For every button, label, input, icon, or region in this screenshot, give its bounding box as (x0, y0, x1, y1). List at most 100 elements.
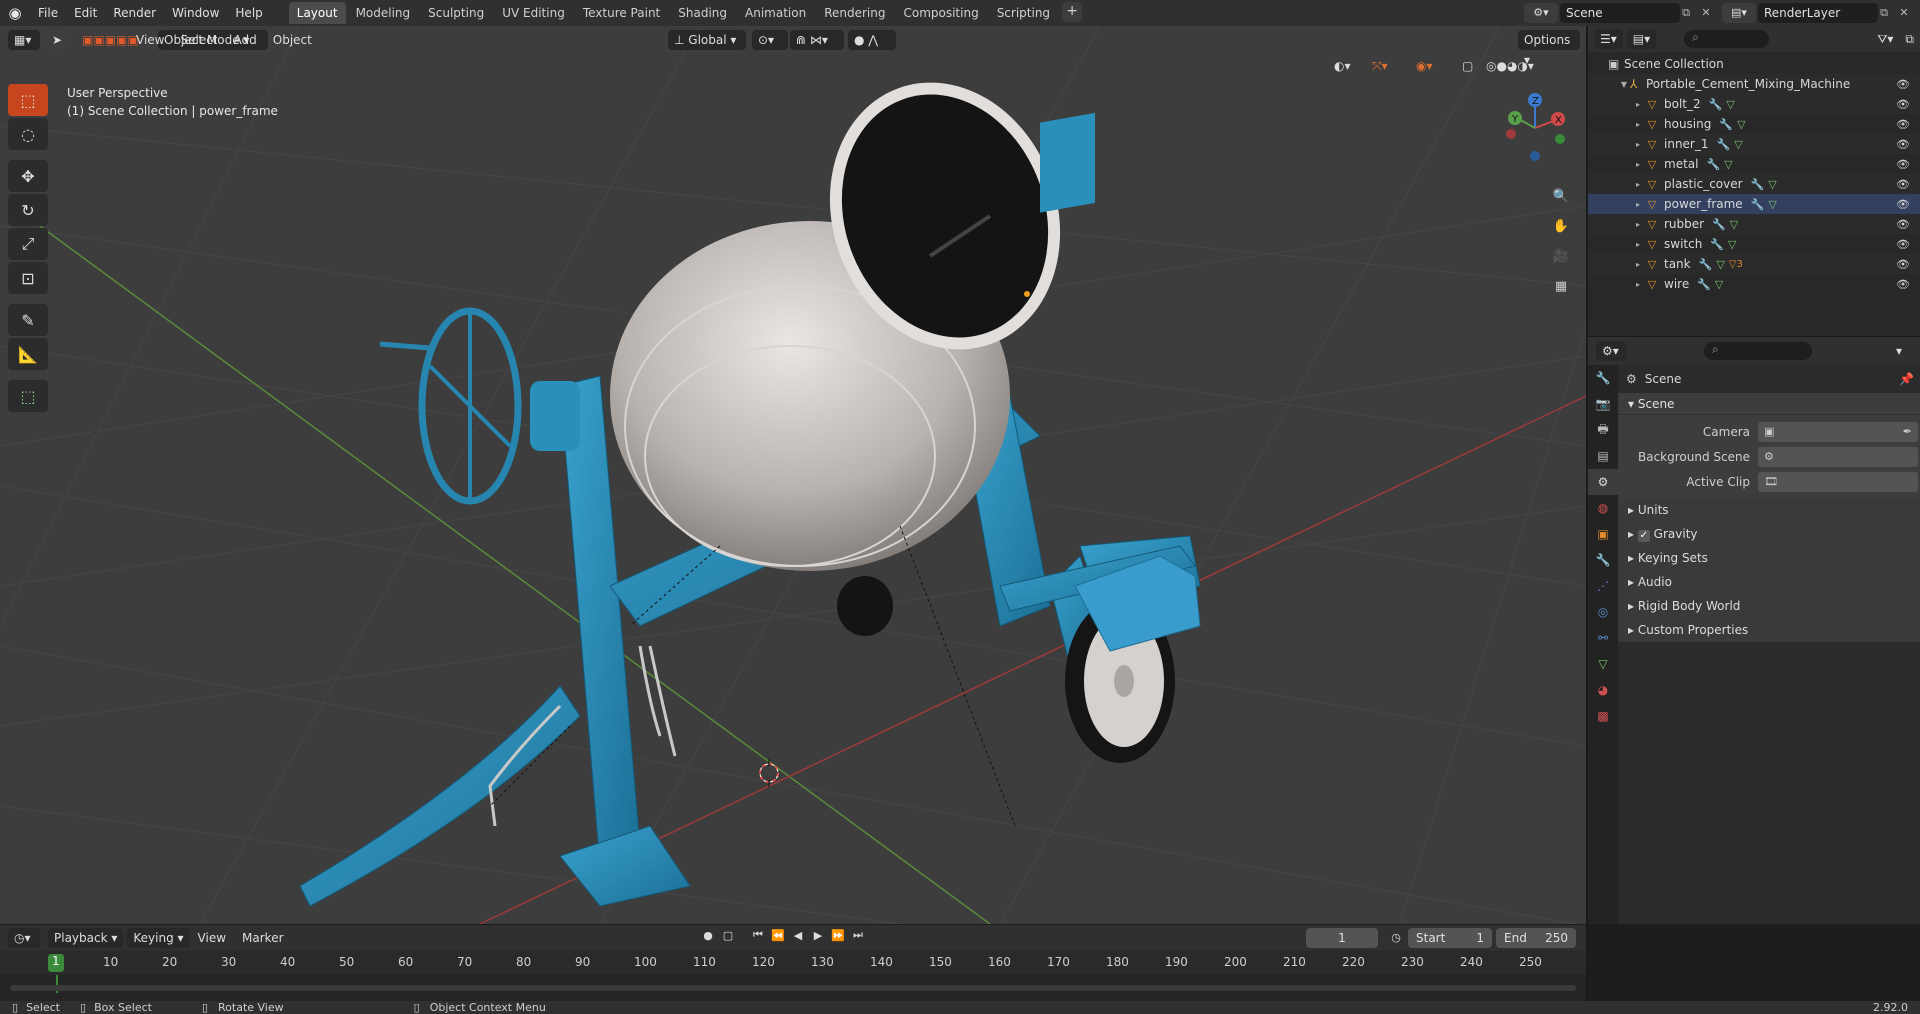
tab-animation[interactable]: Animation (737, 2, 814, 24)
add-workspace-button[interactable]: + (1062, 2, 1083, 22)
camera-field[interactable]: ▣ ✒ (1758, 421, 1918, 442)
modifier-icon[interactable]: 🔧 (1709, 98, 1723, 111)
blender-logo-icon[interactable]: ◉ (0, 0, 30, 26)
tool-tab-icon[interactable]: 🔧 (1588, 365, 1618, 391)
modifier-icon[interactable]: 🔧 (1717, 138, 1731, 151)
visibility-eye-icon[interactable]: 👁 (1896, 78, 1910, 91)
editor-type-icon[interactable]: ▦▾ (8, 30, 40, 50)
world-tab-icon[interactable]: ◍ (1588, 495, 1618, 521)
new-collection-icon[interactable]: ⧉ (1899, 29, 1920, 49)
select-box-tool-icon[interactable]: ⬚ (8, 84, 48, 116)
visibility-eye-icon[interactable]: 👁 (1896, 158, 1910, 171)
expand-chevron-icon[interactable]: ▸ (1632, 220, 1644, 229)
tab-scripting[interactable]: Scripting (989, 2, 1058, 24)
menu-file[interactable]: File (30, 2, 66, 24)
modifier-icon[interactable]: 🔧 (1699, 258, 1713, 271)
keyframe-type-icon[interactable]: ▢ (718, 929, 738, 942)
visibility-eye-icon[interactable]: 👁 (1896, 218, 1910, 231)
menu-edit[interactable]: Edit (66, 2, 105, 24)
filter-icon[interactable]: ⛛▾ (1871, 29, 1899, 49)
expand-chevron-icon[interactable]: ▸ (1632, 140, 1644, 149)
display-mode-icon[interactable]: ▤▾ (1626, 29, 1657, 49)
gravity-checkbox[interactable]: ✓ (1637, 530, 1650, 542)
audio-subpanel[interactable]: ▸ Audio (1618, 570, 1920, 594)
xray-toggle-icon[interactable]: ▢ (1456, 56, 1476, 76)
outliner-item[interactable]: ▸ ▽ power_frame 🔧 ▽ 👁 (1588, 194, 1920, 214)
gizmo-toggle-icon[interactable]: ⤧▾ (1366, 56, 1400, 76)
viewport-menu-select[interactable]: Select (172, 30, 225, 50)
background-scene-field[interactable]: ⚙ (1758, 446, 1918, 467)
next-keyframe-icon[interactable]: ⏩ (828, 929, 848, 942)
modifier-icon[interactable]: 🔧 (1697, 278, 1711, 291)
viewport-menu-add[interactable]: Add (226, 30, 265, 50)
jump-start-icon[interactable]: ⏮ (748, 928, 768, 942)
outliner-root-row[interactable]: ▣ Scene Collection (1588, 54, 1920, 74)
tab-shading[interactable]: Shading (670, 2, 735, 24)
play-icon[interactable]: ▶ (808, 929, 828, 942)
visibility-eye-icon[interactable]: 👁 (1896, 238, 1910, 251)
ortho-grid-icon[interactable]: ▦ (1547, 272, 1575, 300)
expand-chevron-icon[interactable]: ▸ (1632, 100, 1644, 109)
current-frame-field[interactable]: 1 (1306, 928, 1378, 948)
measure-tool-icon[interactable]: 📐 (8, 338, 48, 370)
modifier-icon[interactable]: 🔧 (1706, 158, 1720, 171)
view-layer-field[interactable]: RenderLayer (1758, 3, 1878, 23)
camera-view-icon[interactable]: 🎥 (1547, 242, 1575, 270)
tab-compositing[interactable]: Compositing (895, 2, 986, 24)
play-reverse-icon[interactable]: ◀ (788, 929, 808, 942)
visibility-eye-icon[interactable]: 👁 (1896, 258, 1910, 271)
keying-sets-subpanel[interactable]: ▸ Keying Sets (1618, 546, 1920, 570)
eyedropper-icon[interactable]: ✒ (1903, 425, 1912, 438)
data-tab-icon[interactable]: ▽ (1588, 651, 1618, 677)
custom-properties-subpanel[interactable]: ▸ Custom Properties (1618, 618, 1920, 642)
playback-menu[interactable]: Playback ▾ (48, 928, 124, 948)
navigation-gizmo[interactable]: Z X Y (1500, 88, 1580, 168)
properties-search-input[interactable]: ⌕ (1704, 342, 1812, 360)
outliner-item[interactable]: ▸ ▽ housing 🔧 ▽ 👁 (1588, 114, 1920, 134)
physics-tab-icon[interactable]: ◎ (1588, 599, 1618, 625)
modifier-icon[interactable]: 🔧 (1719, 118, 1733, 131)
outliner-item[interactable]: ▸ ▽ switch 🔧 ▽ 👁 (1588, 234, 1920, 254)
mesh-data-icon[interactable]: ▽ (1768, 198, 1776, 211)
scale-tool-icon[interactable]: ⤢ (8, 228, 48, 260)
particles-tab-icon[interactable]: ⋰ (1588, 573, 1618, 599)
outliner-item[interactable]: ▸ ▽ inner_1 🔧 ▽ 👁 (1588, 134, 1920, 154)
units-subpanel[interactable]: ▸ Units (1618, 498, 1920, 522)
modifier-icon[interactable]: 🔧 (1710, 238, 1724, 251)
tab-modeling[interactable]: Modeling (348, 2, 419, 24)
zoom-icon[interactable]: 🔍 (1547, 182, 1575, 210)
scene-tab-icon[interactable]: ⚙ (1588, 469, 1618, 495)
timeline-track[interactable] (0, 975, 1586, 1001)
rigid-body-world-subpanel[interactable]: ▸ Rigid Body World (1618, 594, 1920, 618)
delete-view-layer-icon[interactable]: ✕ (1894, 3, 1914, 23)
view-layer-icon[interactable]: ▤▾ (1722, 3, 1756, 23)
rotate-tool-icon[interactable]: ↻ (8, 194, 48, 226)
delete-scene-icon[interactable]: ✕ (1696, 3, 1716, 23)
select-tool-icon[interactable]: ➤ (46, 30, 69, 50)
jump-end-icon[interactable]: ⏭ (848, 928, 868, 942)
modifier-icon[interactable]: 🔧 (1751, 198, 1765, 211)
transform-orientation-dropdown[interactable]: ⊥ Global ▾ (668, 30, 746, 50)
mesh-data-icon[interactable]: ▽ (1734, 138, 1742, 151)
scene-name-field[interactable]: Scene (1560, 3, 1680, 23)
expand-chevron-icon[interactable]: ▸ (1632, 260, 1644, 269)
mesh-data-icon[interactable]: ▽ (1726, 98, 1734, 111)
mesh-data-icon[interactable]: ▽ (1728, 238, 1736, 251)
preview-range-icon[interactable]: ◷ (1386, 931, 1406, 944)
material-count-icon[interactable]: ▽3 (1729, 259, 1743, 270)
visibility-eye-icon[interactable]: 👁 (1896, 198, 1910, 211)
modifier-icon[interactable]: 🔧 (1751, 178, 1765, 191)
visibility-eye-icon[interactable]: 👁 (1896, 138, 1910, 151)
new-view-layer-icon[interactable]: ⧉ (1874, 3, 1894, 23)
snap-icon[interactable]: ⋒ ⋈▾ (790, 30, 844, 50)
outliner-item[interactable]: ▸ ▽ tank 🔧 ▽ ▽3 👁 (1588, 254, 1920, 274)
expand-chevron-icon[interactable]: ▸ (1632, 160, 1644, 169)
active-clip-field[interactable]: 🎞 (1758, 471, 1918, 492)
expand-chevron-icon[interactable]: ▸ (1632, 200, 1644, 209)
prev-keyframe-icon[interactable]: ⏪ (768, 929, 788, 942)
mesh-data-icon[interactable]: ▽ (1768, 178, 1776, 191)
mesh-data-icon[interactable]: ▽ (1724, 158, 1732, 171)
annotate-tool-icon[interactable]: ✎ (8, 304, 48, 336)
overlay-toggle-icon[interactable]: ◉▾ (1410, 56, 1444, 76)
visibility-eye-icon[interactable]: 👁 (1896, 178, 1910, 191)
